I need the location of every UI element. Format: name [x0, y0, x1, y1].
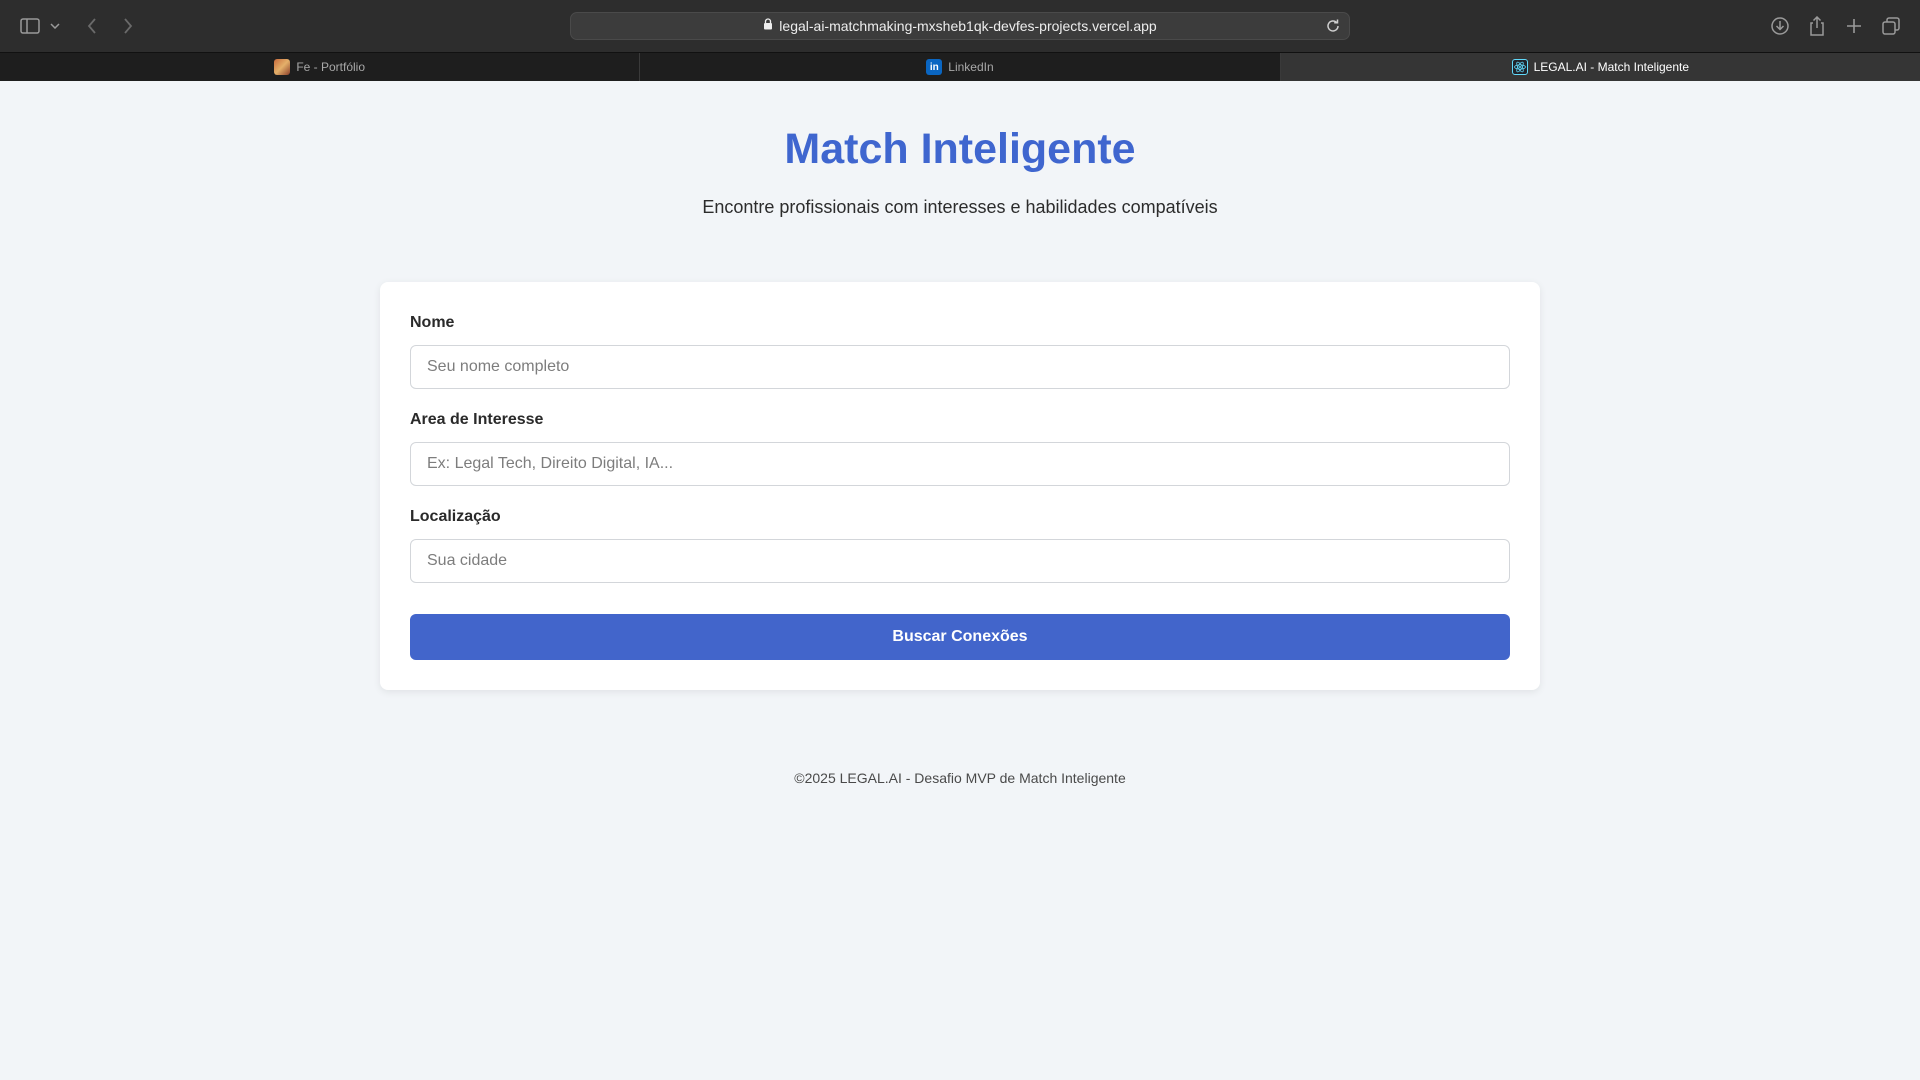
forward-icon[interactable]	[116, 14, 140, 38]
page-title: Match Inteligente	[784, 125, 1136, 173]
tab-portfolio[interactable]: Fe - Portfólio	[0, 53, 641, 81]
tab-label: LEGAL.AI - Match Inteligente	[1533, 60, 1690, 74]
name-label: Nome	[410, 314, 455, 331]
page-subtitle: Encontre profissionais com interesses e …	[702, 197, 1218, 217]
page-content: Match Inteligente Encontre profissionais…	[0, 81, 1920, 1080]
react-favicon-icon	[1511, 59, 1528, 75]
interest-label: Area de Interesse	[410, 411, 544, 428]
chevron-down-icon[interactable]	[48, 14, 62, 38]
location-input[interactable]	[410, 539, 1510, 583]
url-text: legal-ai-matchmaking-mxsheb1qk-devfes-pr…	[779, 18, 1157, 34]
tab-overview-icon[interactable]	[1879, 14, 1903, 38]
search-connections-button[interactable]: Buscar Conexões	[410, 614, 1510, 660]
tab-bar: Fe - Portfólio in LinkedIn LEGAL.AI - Ma…	[0, 52, 1920, 81]
location-label: Localização	[410, 508, 501, 525]
share-icon[interactable]	[1805, 14, 1829, 38]
interest-input[interactable]	[410, 442, 1510, 486]
tab-linkedin[interactable]: in LinkedIn	[640, 53, 1281, 81]
linkedin-favicon-icon: in	[926, 59, 943, 75]
tab-label: LinkedIn	[948, 60, 994, 74]
footer-text: ©2025 LEGAL.AI - Desafio MVP de Match In…	[794, 770, 1126, 786]
match-form: Nome Area de Interesse Localização Busca…	[380, 282, 1540, 690]
reload-icon[interactable]	[1325, 18, 1341, 39]
tab-legal-ai[interactable]: LEGAL.AI - Match Inteligente	[1280, 53, 1920, 81]
address-bar[interactable]: legal-ai-matchmaking-mxsheb1qk-devfes-pr…	[570, 12, 1350, 40]
lock-icon	[763, 17, 773, 35]
name-input[interactable]	[410, 345, 1510, 389]
portfolio-favicon-icon	[274, 59, 291, 75]
new-tab-icon[interactable]	[1842, 14, 1866, 38]
download-icon[interactable]	[1768, 14, 1792, 38]
browser-toolbar: legal-ai-matchmaking-mxsheb1qk-devfes-pr…	[0, 0, 1920, 52]
tab-label: Fe - Portfólio	[296, 60, 366, 74]
back-icon[interactable]	[80, 14, 104, 38]
sidebar-toggle-icon[interactable]	[18, 14, 42, 38]
